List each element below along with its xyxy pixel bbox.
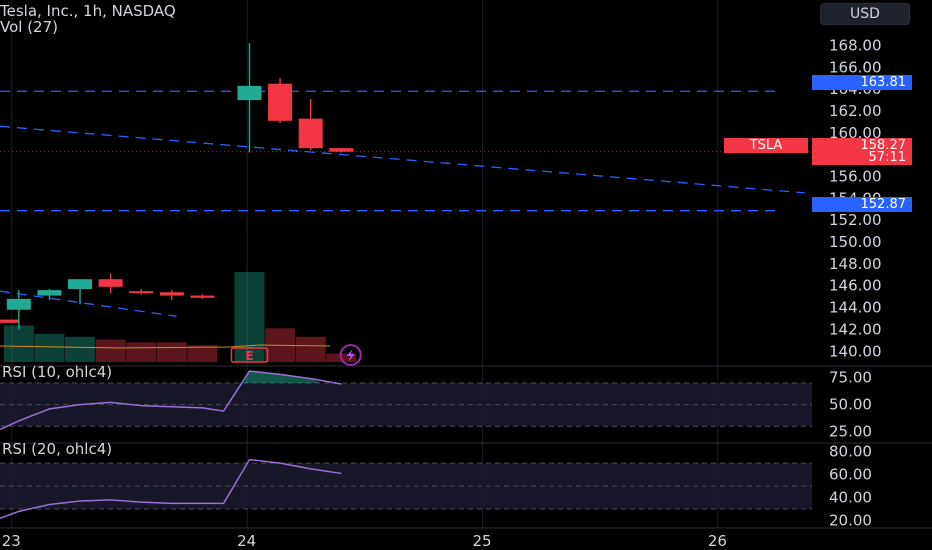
price-axis-tick-label: 142.00 (829, 320, 882, 338)
volume-bar (156, 342, 187, 362)
earnings-marker-label: E (245, 349, 253, 363)
volume-bar (3, 325, 34, 362)
candle-body (6, 298, 31, 310)
upper-line-price-label: 163.81 (812, 75, 912, 90)
price-axis-tick-label: 168.00 (829, 36, 882, 54)
candle-body (329, 148, 354, 152)
price-axis-tick-label: 140.00 (829, 342, 882, 360)
volume-bar (126, 342, 157, 362)
price-axis-tick-label: 148.00 (829, 255, 882, 273)
price-axis-tick-label: 166.00 (829, 58, 882, 76)
price-axis-tick-label: 162.00 (829, 102, 882, 120)
candle-body (268, 83, 293, 121)
volume-bar (295, 336, 326, 362)
price-axis-tick-label: 146.00 (829, 277, 882, 295)
time-axis-tick-label: 23 (2, 532, 21, 550)
volume-bar (65, 336, 96, 362)
rsi-axis-tick-label: 75.00 (829, 369, 872, 387)
rsi-pane-title: RSI (10, ohlc4) (2, 363, 112, 381)
candle-body (98, 279, 123, 287)
lower-line-price-label: 152.87 (812, 197, 912, 212)
time-axis-tick-label: 24 (237, 532, 256, 550)
candle-body (0, 319, 20, 323)
rsi-axis-tick-label: 80.00 (829, 443, 872, 461)
rsi-axis-tick-label: 20.00 (829, 512, 872, 530)
time-axis-tick-label: 25 (472, 532, 491, 550)
volume-bar (95, 339, 126, 362)
candle-body (298, 118, 323, 149)
ticker-badge: TSLA (724, 138, 808, 153)
rsi-overbought-fill (243, 371, 321, 383)
rsi-axis-tick-label: 50.00 (829, 396, 872, 414)
candle-body (159, 292, 184, 296)
price-axis-tick-label: 156.00 (829, 168, 882, 186)
candle-body (237, 85, 262, 101)
price-axis-tick-label: 144.00 (829, 299, 882, 317)
candle-body (129, 291, 154, 294)
rsi-axis-tick-label: 60.00 (829, 466, 872, 484)
currency-button[interactable]: USD (820, 3, 910, 25)
price-axis-tick-label: 152.00 (829, 211, 882, 229)
candle-body (68, 279, 93, 290)
countdown-label: 57:11 (812, 150, 912, 165)
candle-body (190, 295, 215, 298)
price-axis-tick-label: 150.00 (829, 233, 882, 251)
rsi-pane-title: RSI (20, ohlc4) (2, 440, 112, 458)
volume-bar (34, 333, 65, 362)
rsi-axis-tick-label: 25.00 (829, 423, 872, 441)
volume-indicator-label[interactable]: Vol (27) (0, 18, 58, 36)
trend-line (0, 125, 805, 194)
candle-body (37, 290, 62, 296)
time-axis-tick-label: 26 (708, 532, 727, 550)
price-chart[interactable]: E 140.00 142.00 144.00 146.00 148.00 150.00 152… (0, 0, 932, 550)
rsi-axis-tick-label: 40.00 (829, 489, 872, 507)
